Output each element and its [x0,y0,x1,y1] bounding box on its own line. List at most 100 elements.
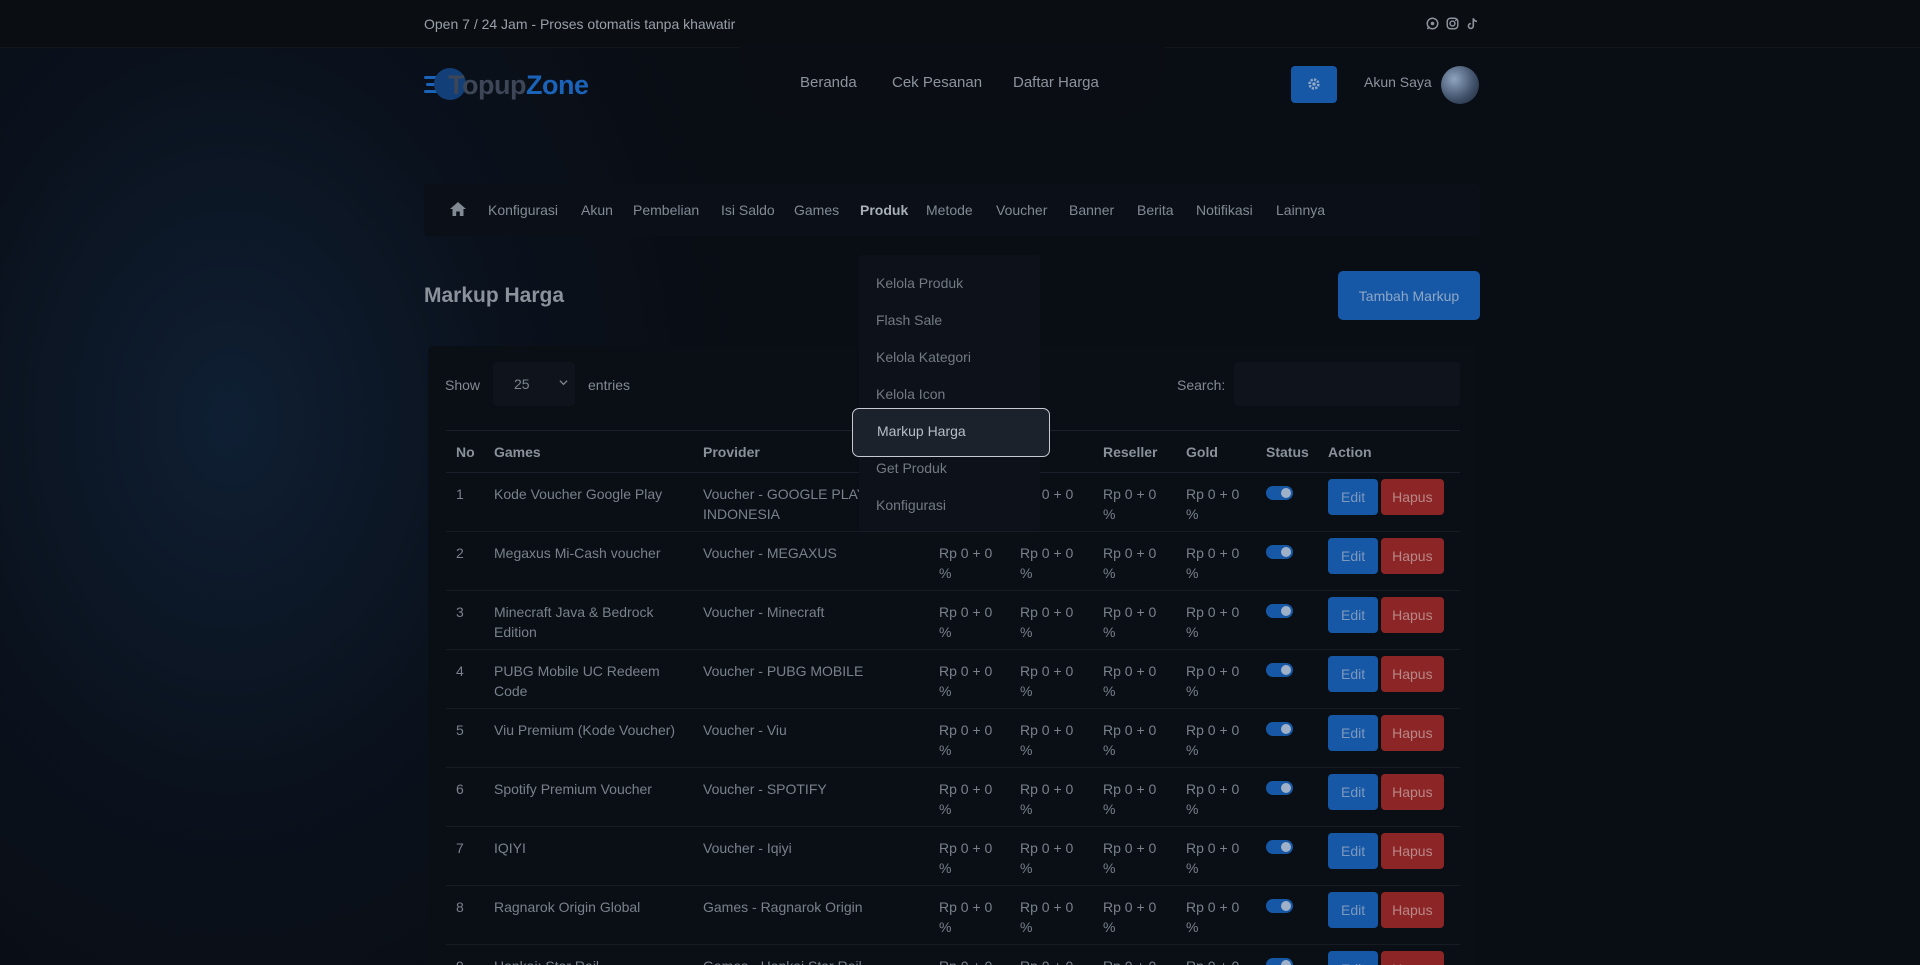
col-gold[interactable]: Gold [1176,430,1256,473]
status-toggle[interactable] [1266,899,1293,913]
settings-button[interactable] [1291,66,1337,103]
search-label: Search: [1177,377,1226,393]
admin-nav-voucher[interactable]: Voucher [996,202,1047,218]
row-no: 6 [446,767,484,827]
edit-button[interactable]: Edit [1328,656,1379,692]
row-actions: EditHapus [1318,708,1460,768]
row-provider: Voucher - MEGAXUS [693,531,929,591]
edit-button[interactable]: Edit [1328,479,1379,515]
status-toggle[interactable] [1266,781,1293,795]
row-price-gold: Rp 0 + 0 % [1176,590,1256,650]
edit-button[interactable]: Edit [1328,774,1379,810]
row-actions: EditHapus [1318,944,1460,965]
brand-name[interactable]: TopupZone [448,70,589,101]
delete-button[interactable]: Hapus [1381,951,1444,965]
edit-button[interactable]: Edit [1328,597,1379,633]
menu-item-markup-harga[interactable]: Markup Harga [852,408,1050,457]
admin-nav-berita[interactable]: Berita [1137,202,1174,218]
row-price-1: Rp 0 + 0 % [929,708,1010,768]
row-provider: Voucher - Minecraft [693,590,929,650]
delete-button[interactable]: Hapus [1381,479,1444,515]
admin-nav-metode[interactable]: Metode [926,202,973,218]
menu-item-kelola-produk[interactable]: Kelola Produk [876,275,963,291]
whatsapp-icon[interactable] [1426,17,1439,30]
col-reseller[interactable]: Reseller [1093,430,1176,473]
row-actions: EditHapus [1318,590,1460,650]
row-status [1256,590,1318,650]
status-toggle[interactable] [1266,722,1293,736]
edit-button[interactable]: Edit [1328,715,1379,751]
menu-item-konfigurasi[interactable]: Konfigurasi [876,497,946,513]
row-actions: EditHapus [1318,767,1460,827]
admin-nav-konfigurasi[interactable]: Konfigurasi [488,202,558,218]
nav-beranda[interactable]: Beranda [800,74,857,91]
delete-button[interactable]: Hapus [1381,892,1444,928]
edit-button[interactable]: Edit [1328,538,1379,574]
home-icon[interactable] [450,202,466,216]
account-label[interactable]: Akun Saya [1364,74,1432,90]
delete-button[interactable]: Hapus [1381,715,1444,751]
admin-nav-pembelian[interactable]: Pembelian [633,202,699,218]
row-no: 5 [446,708,484,768]
menu-item-kelola-icon[interactable]: Kelola Icon [876,386,945,402]
edit-button[interactable]: Edit [1328,951,1379,965]
page-title: Markup Harga [424,284,565,307]
status-toggle[interactable] [1266,958,1293,965]
status-toggle[interactable] [1266,604,1293,618]
delete-button[interactable]: Hapus [1381,538,1444,574]
row-no: 2 [446,531,484,591]
entries-value: 25 [514,376,530,392]
admin-nav-lainnya[interactable]: Lainnya [1276,202,1325,218]
col-status[interactable]: Status [1256,430,1318,473]
status-toggle[interactable] [1266,545,1293,559]
delete-button[interactable]: Hapus [1381,833,1444,869]
entries-select[interactable]: 25 [493,362,575,406]
admin-nav-akun[interactable]: Akun [581,202,613,218]
admin-nav-isi-saldo[interactable]: Isi Saldo [721,202,775,218]
row-status [1256,767,1318,827]
row-no: 7 [446,826,484,886]
delete-button[interactable]: Hapus [1381,597,1444,633]
admin-nav-banner[interactable]: Banner [1069,202,1114,218]
delete-button[interactable]: Hapus [1381,656,1444,692]
search-input[interactable] [1234,362,1460,406]
col-no[interactable]: No [446,430,484,473]
info-text: Open 7 / 24 Jam - Proses otomatis tanpa … [424,16,736,32]
menu-item-kelola-kategori[interactable]: Kelola Kategori [876,349,971,365]
add-markup-button[interactable]: Tambah Markup [1338,271,1480,320]
row-actions: EditHapus [1318,885,1460,945]
tiktok-icon[interactable] [1466,17,1479,30]
col-games[interactable]: Games [484,430,693,473]
row-status [1256,649,1318,709]
row-price-1: Rp 0 + 0 % [929,590,1010,650]
row-price-reseller: Rp 0 + 0 % [1093,531,1176,591]
row-actions: EditHapus [1318,531,1460,591]
admin-nav-notifikasi[interactable]: Notifikasi [1196,202,1253,218]
menu-item-flash-sale[interactable]: Flash Sale [876,312,942,328]
admin-nav-produk[interactable]: Produk [860,202,908,218]
instagram-icon[interactable] [1446,17,1459,30]
row-price-gold: Rp 0 + 0 % [1176,531,1256,591]
row-provider: Games - Honkai Star Rail [693,944,929,965]
edit-button[interactable]: Edit [1328,833,1379,869]
avatar[interactable] [1441,66,1479,104]
delete-button[interactable]: Hapus [1381,774,1444,810]
row-provider: Voucher - Iqiyi [693,826,929,886]
admin-nav-games[interactable]: Games [794,202,839,218]
nav-cek-pesanan[interactable]: Cek Pesanan [892,74,982,91]
status-toggle[interactable] [1266,486,1293,500]
nav-daftar-harga[interactable]: Daftar Harga [1013,74,1099,91]
table-row: 6 Spotify Premium Voucher Voucher - SPOTIF… [446,767,1460,827]
status-toggle[interactable] [1266,663,1293,677]
row-game: PUBG Mobile UC Redeem Code [484,649,693,709]
table-row: 3 Minecraft Java & Bedrock Edition Voucher… [446,590,1460,650]
edit-button[interactable]: Edit [1328,892,1379,928]
status-toggle[interactable] [1266,840,1293,854]
menu-item-get-produk[interactable]: Get Produk [876,460,947,476]
row-price-reseller: Rp 0 + 0 % [1093,885,1176,945]
row-price-reseller: Rp 0 + 0 % [1093,944,1176,965]
row-no: 8 [446,885,484,945]
row-no: 9 [446,944,484,965]
row-price-1: Rp 0 + 0 % [929,649,1010,709]
main-nav: Beranda Cek Pesanan Daftar Harga [740,45,1165,120]
